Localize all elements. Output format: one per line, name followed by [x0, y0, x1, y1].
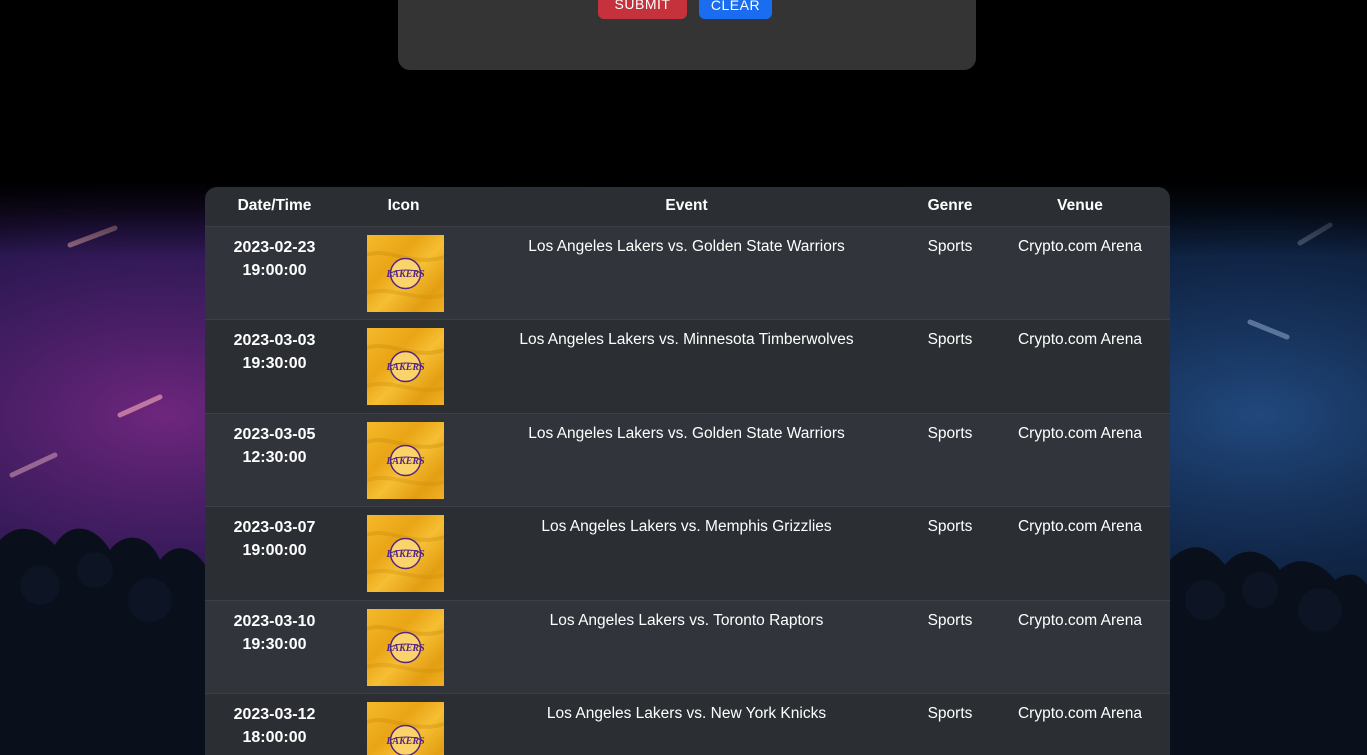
svg-text:LAKERS: LAKERS: [385, 456, 425, 467]
lakers-logo-icon: LAKERS: [367, 328, 444, 406]
events-table-container: Date/Time Icon Event Genre Venue 2023-02…: [205, 187, 1170, 755]
lakers-logo-icon: LAKERS: [367, 608, 444, 686]
date-text: 2023-03-10: [233, 612, 316, 630]
genre-cell: Sports: [927, 611, 973, 629]
event-cell[interactable]: Los Angeles Lakers vs. Toronto Raptors: [463, 600, 910, 694]
date-text: 2023-02-23: [233, 238, 316, 256]
icon-cell: LAKERS: [344, 507, 463, 601]
time-text: 12:30:00: [242, 448, 307, 466]
submit-button[interactable]: SUBMIT: [598, 0, 687, 19]
date-text: 2023-03-05: [233, 425, 316, 443]
lakers-logo-icon: LAKERS: [367, 421, 444, 499]
time-text: 19:30:00: [242, 355, 307, 373]
event-cell[interactable]: Los Angeles Lakers vs. Minnesota Timberw…: [463, 320, 910, 414]
icon-cell: LAKERS: [344, 226, 463, 320]
svg-text:LAKERS: LAKERS: [385, 736, 425, 747]
header-venue[interactable]: Venue: [990, 187, 1170, 226]
time-text: 18:00:00: [242, 729, 307, 747]
venue-cell: Crypto.com Arena: [1017, 611, 1143, 629]
datetime-cell: 2023-02-23 19:00:00: [205, 226, 344, 320]
header-icon: Icon: [387, 197, 420, 215]
search-form-card: SUBMIT CLEAR: [398, 0, 976, 70]
genre-cell: Sports: [927, 331, 973, 349]
clear-button[interactable]: CLEAR: [699, 0, 772, 19]
time-text: 19:30:00: [242, 635, 307, 653]
lakers-logo-icon: LAKERS: [367, 702, 444, 755]
page: SUBMIT CLEAR Date/Time Icon Event Genre …: [0, 0, 1367, 755]
lakers-logo-icon: LAKERS: [367, 515, 444, 593]
table-row: 2023-03-03 19:30:00 LAKERS Los Angeles L…: [205, 319, 1170, 414]
venue-cell: Crypto.com Arena: [1017, 518, 1143, 536]
datetime-cell: 2023-03-10 19:30:00: [205, 600, 344, 694]
date-text: 2023-03-03: [233, 332, 316, 350]
genre-cell: Sports: [927, 237, 973, 255]
table-header-row: Date/Time Icon Event Genre Venue: [205, 187, 1170, 226]
svg-text:LAKERS: LAKERS: [385, 549, 425, 560]
icon-cell: LAKERS: [344, 413, 463, 507]
datetime-cell: 2023-03-03 19:30:00: [205, 320, 344, 414]
icon-cell: LAKERS: [344, 694, 463, 755]
venue-cell: Crypto.com Arena: [1017, 237, 1143, 255]
icon-cell: LAKERS: [344, 320, 463, 414]
table-row: 2023-03-05 12:30:00 LAKERS Los Angeles L…: [205, 413, 1170, 507]
venue-cell: Crypto.com Arena: [1017, 424, 1143, 442]
datetime-cell: 2023-03-05 12:30:00: [205, 413, 344, 507]
time-text: 19:00:00: [242, 261, 307, 279]
svg-text:LAKERS: LAKERS: [385, 362, 425, 373]
venue-cell: Crypto.com Arena: [1017, 331, 1143, 349]
date-text: 2023-03-07: [233, 519, 316, 537]
header-event[interactable]: Event: [463, 187, 910, 226]
table-row: 2023-03-12 18:00:00 LAKERS Los Angeles L…: [205, 693, 1170, 755]
header-genre[interactable]: Genre: [910, 187, 990, 226]
event-cell[interactable]: Los Angeles Lakers vs. Memphis Grizzlies: [463, 507, 910, 601]
lakers-logo-icon: LAKERS: [367, 234, 444, 312]
svg-text:LAKERS: LAKERS: [385, 269, 425, 280]
table-row: 2023-03-10 19:30:00 LAKERS Los Angeles L…: [205, 600, 1170, 694]
genre-cell: Sports: [927, 518, 973, 536]
events-table: Date/Time Icon Event Genre Venue 2023-02…: [205, 187, 1170, 755]
datetime-cell: 2023-03-07 19:00:00: [205, 507, 344, 601]
event-cell[interactable]: Los Angeles Lakers vs. New York Knicks: [463, 694, 910, 755]
svg-text:LAKERS: LAKERS: [385, 643, 425, 654]
table-row: 2023-02-23 19:00:00 LAKERS Los Angeles L…: [205, 226, 1170, 320]
genre-cell: Sports: [927, 705, 973, 723]
genre-cell: Sports: [927, 424, 973, 442]
icon-cell: LAKERS: [344, 600, 463, 694]
event-cell[interactable]: Los Angeles Lakers vs. Golden State Warr…: [463, 413, 910, 507]
date-text: 2023-03-12: [233, 706, 316, 724]
event-cell[interactable]: Los Angeles Lakers vs. Golden State Warr…: [463, 226, 910, 320]
table-row: 2023-03-07 19:00:00 LAKERS Los Angeles L…: [205, 506, 1170, 601]
venue-cell: Crypto.com Arena: [1017, 705, 1143, 723]
datetime-cell: 2023-03-12 18:00:00: [205, 694, 344, 755]
header-datetime[interactable]: Date/Time: [205, 187, 344, 226]
time-text: 19:00:00: [242, 542, 307, 560]
